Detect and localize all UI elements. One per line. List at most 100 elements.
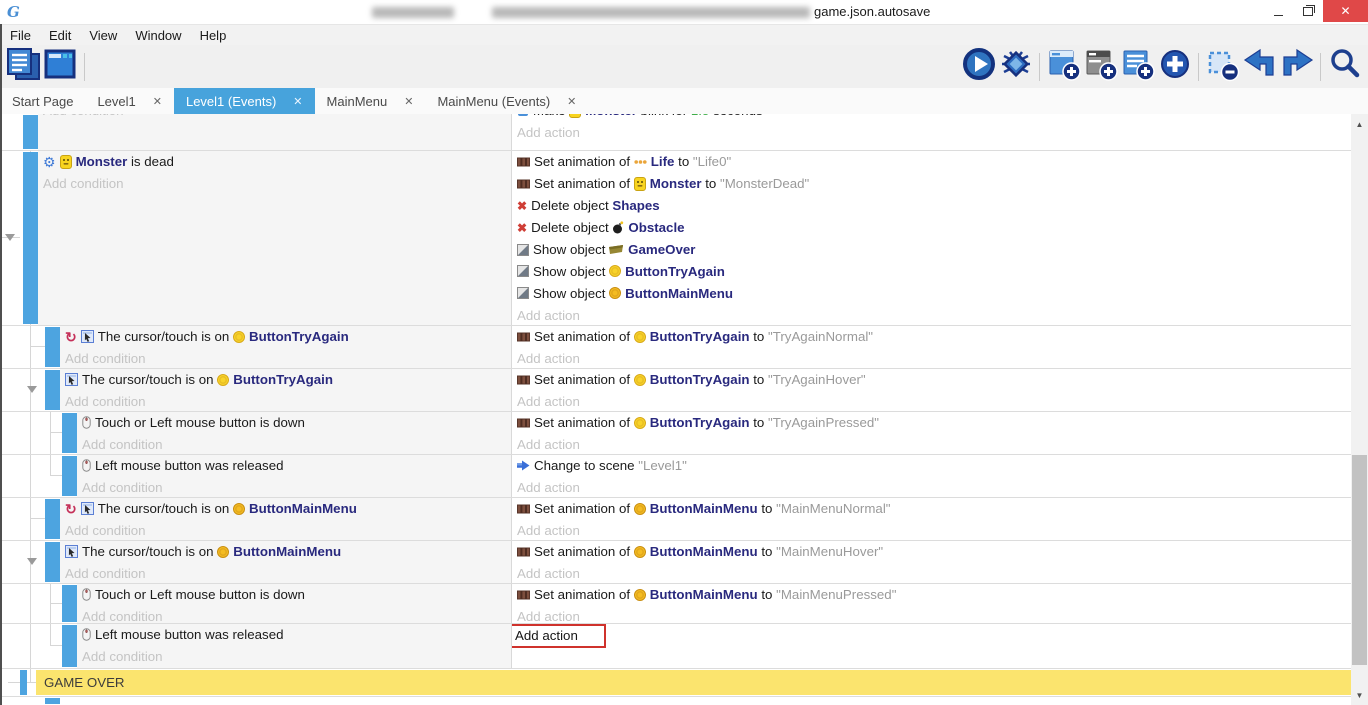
conditions-column: ⚙Monster is deadAdd condition (38, 151, 512, 325)
collapse-arrow-icon[interactable] (27, 386, 37, 393)
add-condition-button[interactable]: Add condition (60, 520, 511, 540)
restore-button[interactable] (1293, 0, 1323, 22)
add-condition-button[interactable]: Add condition (38, 173, 511, 195)
action-line[interactable]: Show object ButtonTryAgain (512, 260, 1351, 282)
add-condition-button[interactable]: Add condition (77, 646, 511, 668)
tab-level1[interactable]: Level1✕ (85, 88, 174, 114)
condition-line[interactable]: The cursor/touch is on ButtonMainMenu (60, 541, 511, 563)
menu-window[interactable]: Window (133, 28, 183, 43)
vertical-scrollbar[interactable]: ▲ ▼ (1351, 114, 1368, 705)
add-action-button[interactable]: Add action (512, 348, 1351, 368)
condition-line[interactable]: Touch or Left mouse button is down (77, 412, 511, 434)
condition-line[interactable]: Touch or Left mouse button is down (77, 584, 511, 606)
event-selection-bar[interactable] (45, 499, 60, 539)
object-name: ButtonMainMenu (650, 544, 758, 559)
play-button[interactable] (960, 48, 997, 86)
condition-line[interactable]: Left mouse button was released (77, 624, 511, 646)
search-button[interactable] (1326, 48, 1363, 86)
tab-mainmenu[interactable]: MainMenu✕ (315, 88, 426, 114)
tab-close-icon[interactable]: ✕ (153, 95, 162, 108)
add-condition-button[interactable]: Add condition (77, 606, 511, 623)
add-condition-button[interactable]: Add condition (77, 434, 511, 454)
event-selection-bar[interactable] (45, 698, 60, 704)
condition-line[interactable]: ⚙Monster is dead (38, 151, 511, 173)
event-selection-bar[interactable] (45, 327, 60, 367)
add-action-button[interactable]: Add action (512, 563, 1351, 583)
event-selection-bar[interactable] (62, 625, 77, 667)
tab-close-icon[interactable]: ✕ (293, 95, 302, 108)
action-line[interactable]: Set animation of Life to "Life0" (512, 151, 1351, 173)
add-sub-event-icon (1083, 46, 1119, 87)
add-comment-button[interactable] (1119, 48, 1156, 86)
add-action-button[interactable]: Add action (512, 434, 1351, 454)
action-line[interactable]: Set animation of ButtonTryAgain to "TryA… (512, 412, 1351, 434)
scroll-down-icon[interactable]: ▼ (1351, 687, 1368, 703)
menu-file[interactable]: File (8, 28, 33, 43)
action-line[interactable]: Set animation of Monster to "MonsterDead… (512, 173, 1351, 195)
add-action-button[interactable]: Add action (512, 122, 1351, 144)
redo-button[interactable] (1278, 48, 1315, 86)
scene-editor-button[interactable] (42, 48, 79, 86)
comment[interactable]: GAME OVER (36, 670, 1351, 695)
action-line[interactable]: Set animation of ButtonTryAgain to "TryA… (512, 369, 1351, 391)
action-line[interactable]: Show object GameOver (512, 239, 1351, 261)
add-action-button[interactable]: Add action (512, 624, 1351, 646)
action-line[interactable]: ✖Delete object Shapes (512, 195, 1351, 217)
tab-close-icon[interactable]: ✕ (404, 95, 413, 108)
event-selection-bar[interactable] (45, 370, 60, 410)
tab-mainmenu-events[interactable]: MainMenu (Events)✕ (425, 88, 588, 114)
add-action-button[interactable]: Add action (512, 520, 1351, 540)
scrollbar-thumb[interactable] (1352, 455, 1367, 665)
action-line[interactable]: Set animation of ButtonMainMenu to "Main… (512, 498, 1351, 520)
close-button[interactable]: ✕ (1323, 0, 1368, 22)
coin2-icon (634, 503, 646, 515)
add-circle-button[interactable] (1156, 48, 1193, 86)
project-manager-button[interactable] (5, 48, 42, 86)
action-line[interactable]: Change to scene "Level1" (512, 455, 1351, 477)
tab-close-icon[interactable]: ✕ (567, 95, 576, 108)
condition-line[interactable]: ↻The cursor/touch is on ButtonTryAgain (60, 326, 511, 348)
scroll-up-icon[interactable]: ▲ (1351, 116, 1368, 132)
event-selection-bar[interactable] (62, 456, 77, 496)
add-sub-event-button[interactable] (1082, 48, 1119, 86)
remove-selection-button[interactable] (1204, 48, 1241, 86)
add-condition-button[interactable]: Add condition (60, 563, 511, 583)
text: The cursor/touch is on (82, 372, 217, 387)
add-condition-button[interactable]: Add condition (38, 114, 511, 122)
menu-view[interactable]: View (87, 28, 119, 43)
minimize-button[interactable] (1263, 0, 1293, 22)
event-selection-bar[interactable] (23, 152, 38, 324)
collapse-arrow-icon[interactable] (27, 558, 37, 565)
action-line[interactable]: Set animation of ButtonTryAgain to "TryA… (512, 326, 1351, 348)
event-selection-bar[interactable] (62, 413, 77, 453)
collapse-arrow-icon[interactable] (5, 234, 15, 241)
condition-line[interactable]: ↻The cursor/touch is on ButtonMainMenu (60, 498, 511, 520)
add-action-button[interactable]: Add action (512, 391, 1351, 411)
undo-button[interactable] (1241, 48, 1278, 86)
action-line[interactable]: ✖Delete object Obstacle (512, 217, 1351, 239)
tab-start-page[interactable]: Start Page (0, 88, 85, 114)
add-action-button[interactable]: Add action (512, 606, 1351, 623)
add-condition-button[interactable]: Add condition (60, 348, 511, 368)
condition-line[interactable]: Left mouse button was released (77, 455, 511, 477)
menu-edit[interactable]: Edit (47, 28, 73, 43)
debug-button[interactable] (997, 48, 1034, 86)
add-event-button[interactable] (1045, 48, 1082, 86)
event-selection-bar[interactable] (62, 585, 77, 622)
placeholder-text: Add action (517, 351, 580, 366)
action-line[interactable]: Make Monster blink for 1.5 seconds (512, 114, 1351, 122)
event-selection-bar[interactable] (23, 115, 38, 149)
add-action-button[interactable]: Add action (512, 477, 1351, 497)
tab-level1-events[interactable]: Level1 (Events)✕ (174, 88, 315, 114)
action-line[interactable]: Set animation of ButtonMainMenu to "Main… (512, 584, 1351, 606)
add-action-button[interactable]: Add action (512, 304, 1351, 325)
object-name: ButtonMainMenu (625, 286, 733, 301)
condition-line[interactable]: The cursor/touch is on ButtonTryAgain (60, 369, 511, 391)
event-selection-bar[interactable] (20, 670, 27, 695)
action-line[interactable]: Set animation of ButtonMainMenu to "Main… (512, 541, 1351, 563)
action-line[interactable]: Show object ButtonMainMenu (512, 282, 1351, 304)
add-condition-button[interactable]: Add condition (77, 477, 511, 497)
add-condition-button[interactable]: Add condition (60, 391, 511, 411)
event-selection-bar[interactable] (45, 542, 60, 582)
menu-help[interactable]: Help (198, 28, 229, 43)
